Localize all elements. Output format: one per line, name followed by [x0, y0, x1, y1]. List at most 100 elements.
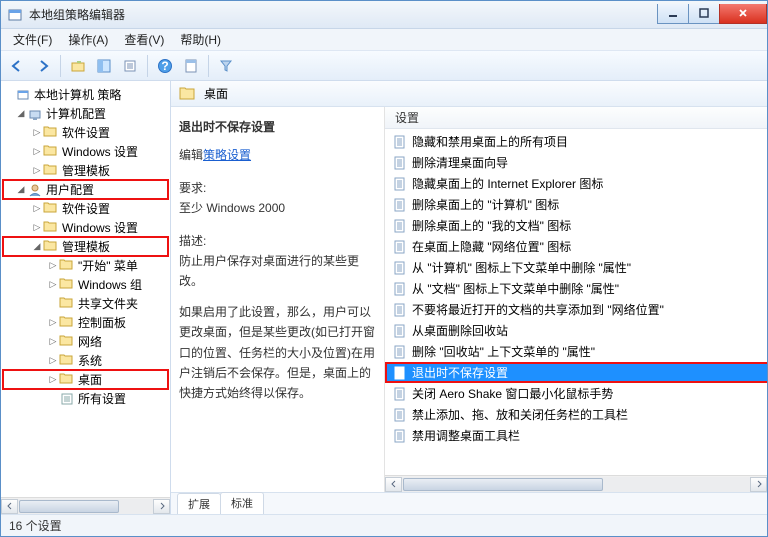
- settings-list[interactable]: 隐藏和禁用桌面上的所有项目删除清理桌面向导隐藏桌面上的 Internet Exp…: [385, 129, 767, 475]
- folder-icon: [43, 220, 59, 236]
- tree-user-config[interactable]: ◢用户配置: [3, 180, 168, 199]
- policy-icon: [393, 198, 407, 212]
- tree-item[interactable]: ▷管理模板: [3, 161, 168, 180]
- menu-help[interactable]: 帮助(H): [172, 29, 229, 50]
- tree-pane: 本地计算机 策略 ◢计算机配置 ▷软件设置 ▷Windows 设置 ▷管理模板 …: [1, 81, 171, 514]
- policy-icon: [393, 345, 407, 359]
- app-icon: [7, 7, 23, 23]
- policy-icon: [393, 177, 407, 191]
- list-item[interactable]: 隐藏和禁用桌面上的所有项目: [385, 131, 767, 152]
- list-item-label: 删除清理桌面向导: [412, 154, 508, 171]
- tree-root[interactable]: 本地计算机 策略: [3, 85, 168, 104]
- tree-item[interactable]: ▷网络: [3, 332, 168, 351]
- tree-item[interactable]: ▷Windows 设置: [3, 142, 168, 161]
- list-item[interactable]: 删除清理桌面向导: [385, 152, 767, 173]
- list-item[interactable]: 从 "计算机" 图标上下文菜单中删除 "属性": [385, 257, 767, 278]
- desc-heading: 退出时不保存设置: [179, 117, 376, 137]
- tree-item[interactable]: ▷控制面板: [3, 313, 168, 332]
- list-item[interactable]: 隐藏桌面上的 Internet Explorer 图标: [385, 173, 767, 194]
- list-item[interactable]: 从桌面删除回收站: [385, 320, 767, 341]
- app-window: 本地组策略编辑器 文件(F) 操作(A) 查看(V) 帮助(H) ? 本地计算机…: [0, 0, 768, 537]
- detail-pane: 桌面 退出时不保存设置 编辑策略设置 要求: 至少 Windows 2000 描…: [171, 81, 767, 514]
- toolbar: ?: [1, 51, 767, 81]
- menu-action[interactable]: 操作(A): [60, 29, 116, 50]
- tree-item[interactable]: 共享文件夹: [3, 294, 168, 313]
- export-list-button[interactable]: [118, 54, 142, 78]
- list-item[interactable]: 删除桌面上的 "计算机" 图标: [385, 194, 767, 215]
- list-item-label: 删除桌面上的 "计算机" 图标: [412, 196, 559, 213]
- folder-icon: [59, 258, 75, 274]
- list-item-label: 隐藏桌面上的 Internet Explorer 图标: [412, 175, 603, 192]
- list-item[interactable]: 禁止添加、拖、放和关闭任务栏的工具栏: [385, 404, 767, 425]
- folder-icon: [59, 296, 75, 312]
- list-item[interactable]: 删除 "回收站" 上下文菜单的 "属性": [385, 341, 767, 362]
- tree-item[interactable]: ▷软件设置: [3, 199, 168, 218]
- edit-policy-link[interactable]: 策略设置: [203, 148, 251, 162]
- menu-file[interactable]: 文件(F): [5, 29, 60, 50]
- tree-item[interactable]: ▷"开始" 菜单: [3, 256, 168, 275]
- list-item-label: 禁止添加、拖、放和关闭任务栏的工具栏: [412, 406, 628, 423]
- folder-icon: [43, 239, 59, 255]
- folder-icon: [43, 144, 59, 160]
- scroll-right-icon[interactable]: [153, 499, 170, 514]
- menu-view[interactable]: 查看(V): [116, 29, 172, 50]
- tab-bar: 扩展 标准: [171, 492, 767, 514]
- tab-extended[interactable]: 扩展: [177, 493, 221, 514]
- tree-item[interactable]: ▷软件设置: [3, 123, 168, 142]
- policy-icon: [393, 156, 407, 170]
- tree-item[interactable]: ▷系统: [3, 351, 168, 370]
- policy-icon: [393, 219, 407, 233]
- tree-desktop[interactable]: ▷桌面: [3, 370, 168, 389]
- maximize-button[interactable]: [688, 4, 720, 24]
- policy-icon: [393, 324, 407, 338]
- folder-icon: [43, 163, 59, 179]
- forward-button[interactable]: [31, 54, 55, 78]
- help-button[interactable]: ?: [153, 54, 177, 78]
- titlebar[interactable]: 本地组策略编辑器: [1, 1, 767, 29]
- list-item[interactable]: 在桌面上隐藏 "网络位置" 图标: [385, 236, 767, 257]
- folder-icon: [43, 125, 59, 141]
- list-item[interactable]: 不要将最近打开的文档的共享添加到 "网络位置": [385, 299, 767, 320]
- up-button[interactable]: [66, 54, 90, 78]
- folder-icon: [59, 277, 75, 293]
- content-area: 本地计算机 策略 ◢计算机配置 ▷软件设置 ▷Windows 设置 ▷管理模板 …: [1, 81, 767, 514]
- tree-item[interactable]: 所有设置: [3, 389, 168, 408]
- list-h-scrollbar[interactable]: [385, 475, 767, 492]
- svg-text:?: ?: [161, 59, 168, 73]
- filter-button[interactable]: [214, 54, 238, 78]
- folder-icon: [43, 201, 59, 217]
- folder-icon: [59, 315, 75, 331]
- tree-computer-config[interactable]: ◢计算机配置: [3, 104, 168, 123]
- list-item[interactable]: 禁用调整桌面工具栏: [385, 425, 767, 446]
- list-item-label: 禁用调整桌面工具栏: [412, 427, 520, 444]
- tree-item[interactable]: ▷Windows 设置: [3, 218, 168, 237]
- minimize-button[interactable]: [657, 4, 689, 24]
- folder-icon: [59, 353, 75, 369]
- show-hide-tree-button[interactable]: [92, 54, 116, 78]
- list-item[interactable]: 删除桌面上的 "我的文档" 图标: [385, 215, 767, 236]
- policy-icon: [393, 261, 407, 275]
- list-item-label: 在桌面上隐藏 "网络位置" 图标: [412, 238, 571, 255]
- detail-header-title: 桌面: [204, 85, 228, 102]
- list-column-header[interactable]: 设置: [385, 107, 767, 129]
- list-item-label: 从桌面删除回收站: [412, 322, 508, 339]
- policy-icon: [393, 408, 407, 422]
- tree-h-scrollbar[interactable]: [1, 497, 170, 514]
- scroll-left-icon[interactable]: [385, 477, 402, 492]
- back-button[interactable]: [5, 54, 29, 78]
- scroll-right-icon[interactable]: [750, 477, 767, 492]
- close-button[interactable]: [719, 4, 767, 24]
- settings-list-pane: 设置 隐藏和禁用桌面上的所有项目删除清理桌面向导隐藏桌面上的 Internet …: [385, 107, 767, 492]
- list-item-label: 隐藏和禁用桌面上的所有项目: [412, 133, 568, 150]
- tab-standard[interactable]: 标准: [220, 492, 264, 514]
- policy-icon: [393, 387, 407, 401]
- list-item[interactable]: 退出时不保存设置: [385, 362, 767, 383]
- tree[interactable]: 本地计算机 策略 ◢计算机配置 ▷软件设置 ▷Windows 设置 ▷管理模板 …: [1, 81, 170, 497]
- tree-item[interactable]: ▷Windows 组: [3, 275, 168, 294]
- list-item[interactable]: 关闭 Aero Shake 窗口最小化鼠标手势: [385, 383, 767, 404]
- properties-button[interactable]: [179, 54, 203, 78]
- folder-icon: [59, 372, 75, 388]
- list-item[interactable]: 从 "文档" 图标上下文菜单中删除 "属性": [385, 278, 767, 299]
- scroll-left-icon[interactable]: [1, 499, 18, 514]
- tree-admin-templates[interactable]: ◢管理模板: [3, 237, 168, 256]
